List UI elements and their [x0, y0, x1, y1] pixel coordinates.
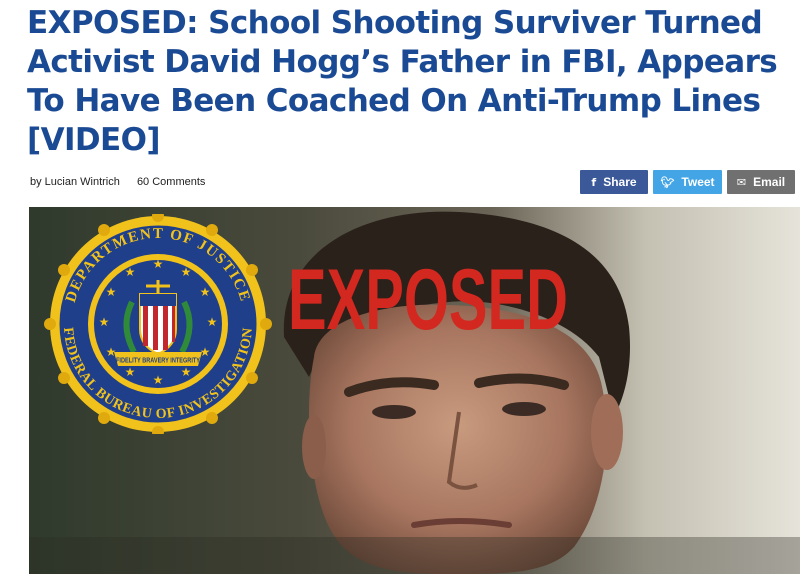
svg-text:★: ★	[106, 285, 117, 299]
svg-text:★: ★	[125, 265, 136, 279]
svg-text:★: ★	[153, 257, 164, 271]
twitter-tweet-button[interactable]: 🐦︎ Tweet	[653, 170, 722, 194]
svg-text:★: ★	[99, 315, 110, 329]
twitter-icon: 🐦︎	[660, 175, 675, 189]
comments-link[interactable]: 60 Comments	[137, 176, 205, 188]
exposed-overlay-text: EXPOSED	[288, 252, 568, 337]
email-share-button[interactable]: ✉ Email	[727, 170, 795, 194]
svg-text:★: ★	[207, 315, 218, 329]
svg-text:★: ★	[153, 373, 164, 387]
svg-text:FIDELITY BRAVERY INTEGRITY: FIDELITY BRAVERY INTEGRITY	[116, 358, 200, 365]
svg-text:★: ★	[125, 365, 136, 379]
facebook-icon: f	[591, 175, 597, 189]
share-bar: f Share 🐦︎ Tweet ✉ Email	[580, 170, 795, 194]
fbi-seal-logo: ★★★ ★★★ ★★★ ★★★ FIDELITY BRAVERY INTEGRI…	[44, 214, 272, 434]
email-icon: ✉	[736, 175, 747, 189]
svg-text:★: ★	[200, 285, 211, 299]
svg-text:★: ★	[181, 365, 192, 379]
svg-text:★: ★	[181, 265, 192, 279]
twitter-tweet-label: Tweet	[681, 175, 715, 189]
facebook-share-label: Share	[603, 175, 637, 189]
exposed-overlay-label: EXPOSED	[288, 252, 568, 337]
article-headline: EXPOSED: School Shooting Surviver Turned…	[27, 5, 778, 158]
author-byline[interactable]: by Lucian Wintrich	[30, 176, 120, 188]
email-share-label: Email	[753, 175, 786, 189]
article-meta: by Lucian Wintrich 60 Comments	[30, 176, 219, 188]
facebook-share-button[interactable]: f Share	[580, 170, 648, 194]
